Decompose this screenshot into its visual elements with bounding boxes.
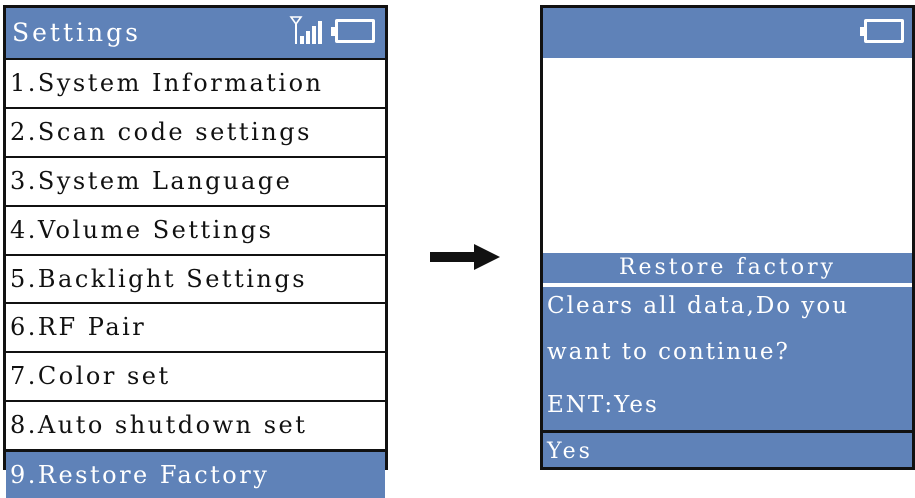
settings-screen: Settings 1.System Information 2.Scan cod…: [3, 5, 388, 498]
battery-icon: [860, 19, 904, 43]
dialog-title: Restore factory: [543, 253, 912, 283]
settings-menu: 1.System Information 2.Scan code setting…: [6, 58, 385, 498]
dialog-body: Clears all data,Do you want to continue?…: [543, 287, 912, 432]
arrow-right-icon: [430, 244, 500, 270]
battery-icon: [331, 19, 375, 43]
restore-factory-screen: Restore factory Clears all data,Do you w…: [540, 5, 915, 470]
menu-item-volume-settings[interactable]: 4.Volume Settings: [6, 204, 385, 254]
signal-icon: [289, 16, 322, 44]
settings-title: Settings: [12, 18, 141, 47]
menu-item-system-language[interactable]: 3.System Language: [6, 155, 385, 205]
menu-item-auto-shutdown-set[interactable]: 8.Auto shutdown set: [6, 400, 385, 449]
menu-item-restore-factory[interactable]: 9.Restore Factory: [6, 449, 385, 498]
menu-item-scan-code-settings[interactable]: 2.Scan code settings: [6, 106, 385, 156]
dialog-confirm-hint: ENT:Yes: [547, 392, 659, 418]
menu-item-color-set[interactable]: 7.Color set: [6, 351, 385, 400]
menu-item-system-information[interactable]: 1.System Information: [6, 58, 385, 107]
menu-item-rf-pair[interactable]: 6.RF Pair: [6, 302, 385, 351]
dialog-message-line: Clears all data,Do you: [547, 293, 850, 319]
dialog-message-line: want to continue?: [547, 339, 790, 365]
settings-header: Settings: [6, 8, 385, 58]
restore-header: [543, 8, 912, 58]
yes-softkey-button[interactable]: Yes: [543, 430, 912, 467]
menu-item-backlight-settings[interactable]: 5.Backlight Settings: [6, 253, 385, 303]
